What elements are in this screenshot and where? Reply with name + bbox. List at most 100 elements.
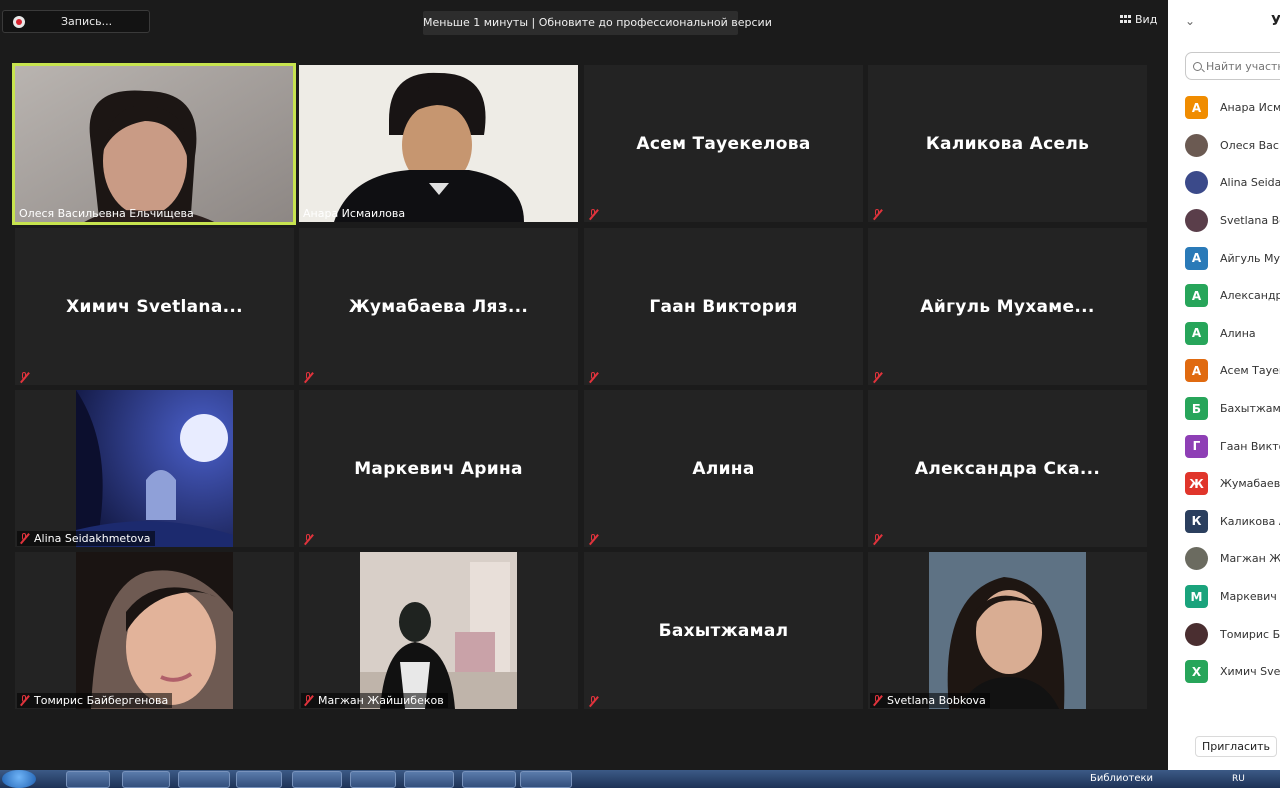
participant-list-item[interactable]: Олеся Васи [1168,127,1280,165]
participant-search[interactable] [1185,52,1280,80]
picture-tile[interactable]: Магжан Жайшибеков [299,552,578,709]
explorer-taskbar-button[interactable] [66,771,110,788]
taskbar-button[interactable] [350,771,396,788]
view-label: Вид [1135,13,1158,26]
participant-display-name: Маркевич Арина [354,458,523,479]
participant-list-name: Svetlana Bo [1220,214,1280,228]
participant-display-name: Бахытжамал [658,620,789,641]
participant-avatar [1185,547,1208,571]
participant-list-item[interactable]: А Александра [1168,277,1280,315]
participant-label [586,371,607,384]
participant-list: А Анара Исм Олеся Васи Alina Seida Svetlana … [1168,89,1280,691]
video-tile[interactable]: Анара Исмаилова [299,65,578,222]
participant-display-name: Гаан Виктория [649,296,798,317]
participant-list-item[interactable]: Магжан Жа [1168,540,1280,578]
participant-avatar: А [1185,359,1208,383]
participant-display-name: Алина [692,458,755,479]
picture-tile[interactable]: Томирис Байбергенова [15,552,294,709]
muted-mic-icon [872,695,883,706]
participant-video [15,66,293,222]
participant-list-name: Alina Seida [1220,176,1280,190]
taskbar-button[interactable] [292,771,342,788]
language-indicator[interactable]: RU [1232,774,1245,784]
video-tile[interactable]: Олеся Васильевна Ельчищева [12,63,296,225]
participant-display-name: Каликова Асель [925,133,1090,154]
muted-mic-icon [588,696,599,707]
name-tile[interactable]: Химич Svetlana... [15,228,294,385]
participant-display-name: Асем Тауекелова [636,133,811,154]
participant-avatar: Х [1185,660,1208,684]
picture-tile[interactable]: Alina Seidakhmetova [15,390,294,547]
name-tile[interactable]: Алина [584,390,863,547]
chrome-taskbar-button[interactable] [178,771,230,788]
muted-mic-icon [588,372,599,383]
name-tile[interactable]: Маркевич Арина [299,390,578,547]
name-tile[interactable]: Александра Ска... [868,390,1147,547]
record-icon [13,15,25,28]
participant-avatar: М [1185,585,1208,609]
participant-name: Магжан Жайшибеков [318,694,444,707]
upgrade-banner[interactable]: Меньше 1 минуты | Обновите до профессион… [423,11,772,35]
participant-name: Анара Исмаилова [303,207,406,220]
participant-list-name: Каликова А [1220,514,1280,528]
participant-list-item[interactable]: А Анара Исм [1168,89,1280,127]
participant-label [586,695,607,708]
zoom-taskbar-button[interactable] [404,771,454,788]
name-tile[interactable]: Асем Тауекелова [584,65,863,222]
participants-panel: ⌄ У А Анара Исм Олеся Васи Alina Seida Svetl… [1168,0,1280,770]
name-tile[interactable]: Бахытжамал [584,552,863,709]
picture-tile[interactable]: Svetlana Bobkova [868,552,1147,709]
name-tile[interactable]: Жумабаева Ляз... [299,228,578,385]
participant-list-item[interactable]: Alina Seida [1168,164,1280,202]
taskbar-button[interactable] [462,771,516,788]
participant-avatar: А [1185,246,1208,270]
participant-list-name: Томирис Ба [1220,627,1280,641]
view-button[interactable]: Вид [1120,13,1157,26]
libraries-taskbar-label[interactable]: Библиотеки [1090,773,1153,784]
search-input[interactable] [1206,59,1280,73]
participant-display-name: Александра Ска... [914,458,1101,479]
media-taskbar-button[interactable] [122,771,170,788]
participant-label: Магжан Жайшибеков [301,693,448,708]
muted-mic-icon [872,372,883,383]
participant-avatar [1185,133,1208,157]
participant-avatar: Б [1185,397,1208,421]
participant-avatar: Г [1185,434,1208,458]
participant-list-item[interactable]: Х Химич Svet [1168,653,1280,691]
participant-name: Svetlana Bobkova [887,694,986,707]
participant-list-item[interactable]: Г Гаан Викто [1168,427,1280,465]
participant-label: Анара Исмаилова [301,206,409,221]
participant-list-item[interactable]: А Алина [1168,315,1280,353]
participant-list-item[interactable]: Svetlana Bo [1168,202,1280,240]
chevron-down-icon[interactable]: ⌄ [1185,14,1195,28]
taskbar-button[interactable] [236,771,282,788]
invite-button[interactable]: Пригласить [1195,736,1278,757]
grid-icon [1120,14,1131,25]
muted-mic-icon [872,209,883,220]
participant-avatar: Ж [1185,472,1208,496]
participant-list-name: Магжан Жа [1220,552,1280,566]
participant-label [870,208,891,221]
participant-list-item[interactable]: Ж Жумабаева [1168,465,1280,503]
participant-list-item[interactable]: А Айгуль Мух [1168,239,1280,277]
participant-avatar: А [1185,284,1208,308]
participant-list-item[interactable]: К Каликова А [1168,503,1280,541]
participant-list-name: Асем Тауек [1220,364,1280,378]
profile-picture [76,390,233,547]
taskbar-button[interactable] [520,771,572,788]
recording-indicator[interactable]: Запись... [2,10,150,33]
participant-label [301,371,322,384]
video-gallery: Запись... Меньше 1 минуты | Обновите до … [0,0,1168,770]
start-button[interactable] [2,770,36,788]
name-tile[interactable]: Гаан Виктория [584,228,863,385]
profile-picture [360,552,517,709]
participant-list-item[interactable]: Томирис Ба [1168,615,1280,653]
participant-list-item[interactable]: Б Бахытжама [1168,390,1280,428]
recording-label: Запись... [61,15,113,28]
participant-avatar [1185,171,1208,195]
participant-list-item[interactable]: А Асем Тауек [1168,352,1280,390]
name-tile[interactable]: Каликова Асель [868,65,1147,222]
participant-avatar [1185,209,1208,233]
name-tile[interactable]: Айгуль Мухаме... [868,228,1147,385]
participant-list-item[interactable]: М Маркевич [1168,578,1280,616]
